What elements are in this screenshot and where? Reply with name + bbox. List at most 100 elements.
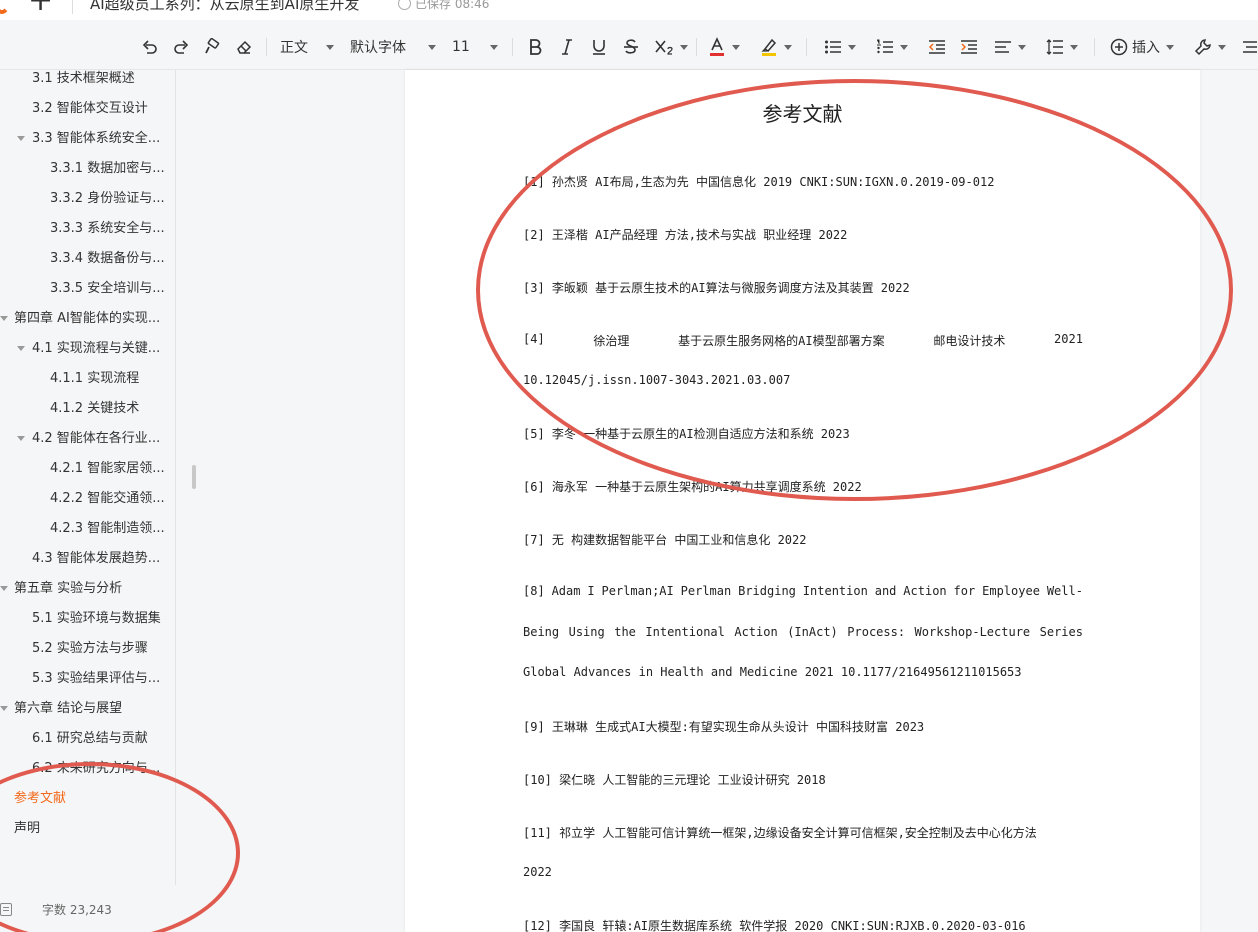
numbered-list-button[interactable] [872,24,912,70]
chevron-down-icon[interactable] [0,586,8,591]
line-spacing-button[interactable] [1042,24,1082,70]
toolbar-divider [266,38,267,56]
insert-button[interactable]: 插入 [1106,24,1178,70]
paragraph-style-value: 正文 [280,40,308,56]
chevron-down-icon[interactable] [0,316,8,321]
format-painter-icon [205,38,220,54]
bold-icon [530,39,542,55]
undo-button[interactable] [138,24,162,70]
outline-item[interactable]: 4.2.2 智能交通领... [50,484,165,514]
reference-line: [3] 李皈颖 基于云原生技术的AI算法与微服务调度方法及其装置 2022 [523,281,910,295]
chevron-down-icon [784,44,792,50]
clear-format-button[interactable] [232,24,256,70]
outline-item[interactable]: 3.3.2 身份验证与... [50,184,165,214]
more-icon [1243,41,1257,53]
paragraph-style-select[interactable]: 正文 [280,24,336,70]
reference-word: 徐治理 [593,334,630,348]
reference-line: [2] 王泽楷 AI产品经理 方法,技术与实战 职业经理 2022 [523,228,848,242]
document-page[interactable]: 参考文献 [1] 孙杰贤 AI布局,生态为先 中国信息化 2019 CNKI:S… [405,70,1200,932]
reference-line: [10] 梁仁晓 人工智能的三元理论 工业设计研究 2018 [523,773,826,787]
outline-item[interactable]: 5.3 实验结果评估与... [32,664,160,694]
strikethrough-button[interactable] [620,24,642,70]
align-button[interactable] [990,24,1030,70]
reference-word: (InAct) [787,625,838,639]
chevron-down-icon[interactable] [17,346,25,351]
reference-line: [11] 祁立学 人工智能可信计算统一框架,边缘设备安全计算可信框架,安全控制及… [523,826,1037,840]
outline-item[interactable]: 4.1 实现流程与关键... [32,334,160,364]
reference-line: 10.12045/j.issn.1007-3043.2021.03.007 [523,373,791,387]
outline-item[interactable]: 第六章 结论与展望 [14,694,122,724]
reference-word: Perlman [680,584,732,598]
outline-item[interactable]: 5.2 实验方法与步骤 [32,634,148,664]
more-tools-button[interactable] [1240,24,1258,70]
outline-item[interactable]: 3.3.5 安全培训与... [50,274,165,304]
font-size-value: 11 [452,39,470,55]
outline-item[interactable]: 4.3 智能体发展趋势... [32,544,160,574]
format-painter-button[interactable] [200,24,224,70]
highlighter-icon [761,38,777,56]
document-title[interactable]: AI超级员工系列：从云原生到AI原生开发 [90,0,359,14]
reference-word: Intentional [645,625,725,639]
chevron-down-icon[interactable] [17,436,25,441]
undo-icon [142,40,157,54]
outline-item[interactable]: 3.1 技术框架概述 [32,70,135,94]
highlight-color-button[interactable] [756,24,796,70]
chevron-down-icon[interactable] [17,136,25,141]
bullet-list-button[interactable] [820,24,860,70]
app-logo-icon[interactable] [0,0,10,14]
outline-item[interactable]: 3.3.3 系统安全与... [50,214,165,244]
font-color-button[interactable] [704,24,744,70]
outline-item[interactable]: 6.1 研究总结与贡献 [32,724,148,754]
reference-word: Being [523,625,560,639]
toolbar-divider [1094,38,1095,56]
chevron-down-icon [900,44,908,50]
italic-button[interactable] [556,24,578,70]
font-color-icon [710,37,724,56]
strikethrough-icon [624,39,638,54]
outline-item[interactable]: 3.3.4 数据备份与... [50,244,165,274]
increase-indent-button[interactable] [958,24,980,70]
outline-item[interactable]: 3.2 智能体交互设计 [32,94,148,124]
outline-item[interactable]: 6.2 未来研究方向与... [32,754,160,784]
outline-item[interactable]: 4.2 智能体在各行业... [32,424,160,454]
bullet-list-icon [825,40,841,54]
outline-item[interactable]: 4.1.2 关键技术 [50,394,139,424]
new-doc-button[interactable]: + [28,0,53,16]
underline-button[interactable] [588,24,610,70]
outline-item[interactable]: 3.3.1 数据加密与... [50,154,165,184]
reference-word: Workshop-Lecture [914,625,1031,639]
decrease-indent-button[interactable] [926,24,948,70]
reference-word: [4] [523,332,545,346]
subscript-icon [655,40,673,55]
line-spacing-icon [1046,39,1063,55]
toolbar-divider [512,38,513,56]
font-family-select[interactable]: 默认字体 [350,24,440,70]
outline-item[interactable]: 第五章 实验与分析 [14,574,122,604]
subscript-button[interactable] [652,24,690,70]
outline-item[interactable]: 4.2.1 智能家居领... [50,454,165,484]
redo-button[interactable] [169,24,193,70]
chevron-down-icon [848,44,856,50]
font-size-select[interactable]: 11 [452,24,500,70]
outline-item[interactable]: 4.1.1 实现流程 [50,364,139,394]
bold-button[interactable] [524,24,546,70]
outline-item[interactable]: 声明 [14,814,40,844]
reference-line: [9] 王琳琳 生成式AI大模型:有望实现生命从头设计 中国科技财富 2023 [523,720,925,734]
outline-list: 3.1 技术框架概述 3.2 智能体交互设计 3.3 智能体系统安全... 3.3.1… [0,70,176,885]
chevron-down-icon [1166,44,1174,50]
outline-item[interactable]: 5.1 实验环境与数据集 [32,604,161,634]
reference-line: Being Using the Intentional Action (InAct) Pro… [523,625,1083,639]
sidebar-resize-handle[interactable] [192,465,196,489]
outline-item[interactable]: 第四章 AI智能体的实现... [14,304,160,334]
reference-word: for [953,584,976,598]
outline-item[interactable]: 3.3 智能体系统安全... [32,124,160,154]
outline-item[interactable]: 4.2.3 智能制造领... [50,514,165,544]
outline-toggle-icon[interactable] [0,903,12,916]
redo-icon [174,40,189,54]
chevron-down-icon [1218,44,1226,50]
outline-item[interactable]: 参考文献 [14,784,66,814]
reference-word: 2021 [1054,332,1083,346]
tools-button[interactable] [1190,24,1230,70]
word-count: 字数 23,243 [42,903,112,917]
chevron-down-icon[interactable] [0,706,8,711]
